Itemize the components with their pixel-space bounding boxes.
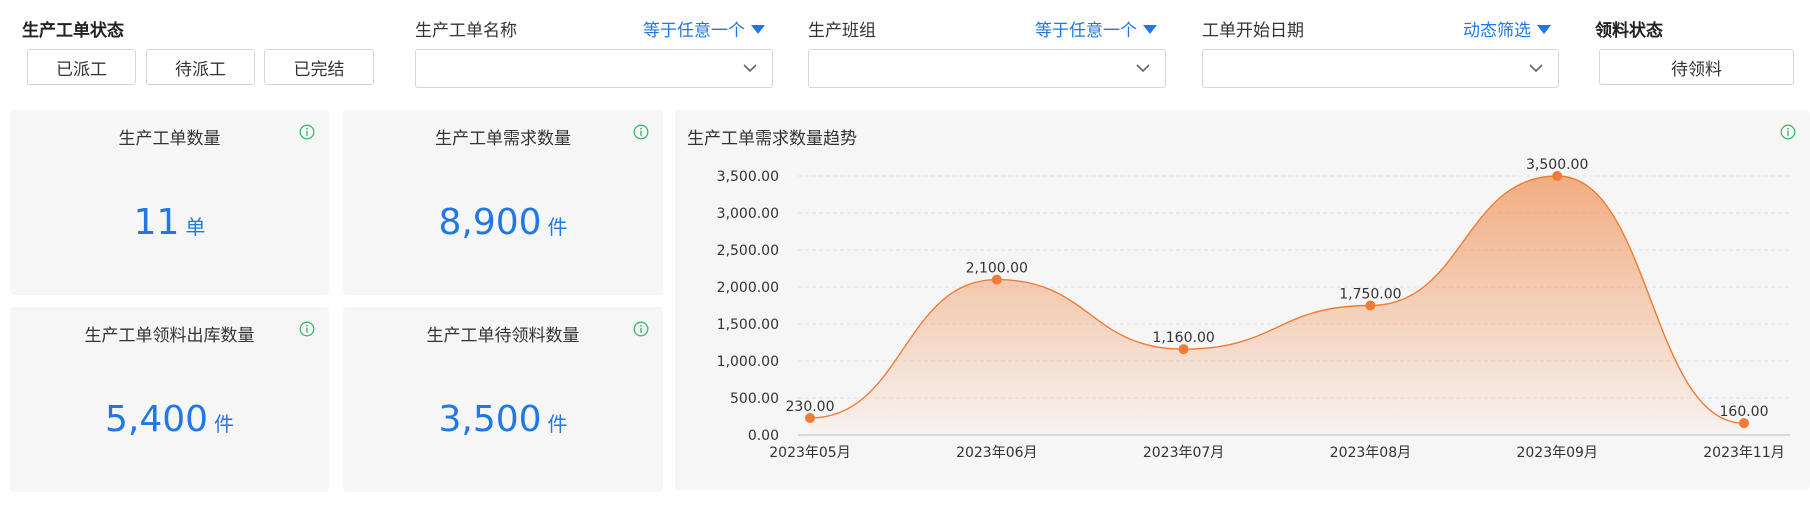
y-tick-label: 2,000.00: [717, 280, 779, 296]
series-area: [810, 176, 1744, 435]
card-pending-material-quantity: 生产工单待领料数量 3,500 件: [343, 307, 663, 492]
metric-unit: 件: [214, 412, 235, 436]
order-name-filter-label: 生产工单名称: [415, 21, 517, 41]
chevron-down-icon: [1136, 64, 1150, 73]
info-icon[interactable]: [633, 124, 649, 140]
caret-down-icon: [751, 25, 765, 34]
start-date-operator-text: 动态筛选: [1463, 21, 1531, 41]
order-name-operator[interactable]: 等于任意一个: [643, 16, 765, 41]
card-order-count: 生产工单数量 11 单: [10, 110, 329, 295]
chevron-down-icon: [743, 64, 757, 73]
y-tick-label: 1,500.00: [717, 317, 779, 333]
data-label: 2,100.00: [966, 261, 1028, 277]
status-option-pending-dispatch[interactable]: 待派工: [146, 49, 255, 85]
card-title: 生产工单领料出库数量: [84, 326, 255, 346]
card-title: 生产工单待领料数量: [426, 326, 580, 346]
y-tick-label: 1,000.00: [717, 354, 779, 370]
material-option-pending[interactable]: 待领料: [1599, 49, 1794, 85]
order-name-operator-text: 等于任意一个: [643, 21, 745, 41]
team-operator-text: 等于任意一个: [1035, 21, 1137, 41]
metric-value: 3,500 件: [343, 399, 663, 440]
demand-trend-chart: 0.00 500.00 1,000.00 1,500.00 2,000.00 2,500.…: [717, 157, 1790, 461]
metric-value: 11 单: [10, 202, 329, 243]
y-tick-label: 500.00: [730, 391, 779, 407]
metric-unit: 件: [547, 412, 568, 436]
metric-number: 3,500: [438, 399, 542, 440]
y-tick-label: 2,500.00: [717, 243, 779, 259]
metric-number: 5,400: [104, 399, 209, 440]
caret-down-icon: [1143, 25, 1157, 34]
y-tick-label: 0.00: [748, 428, 779, 444]
info-icon[interactable]: [299, 321, 315, 337]
material-filter-label: 领料状态: [1595, 21, 1663, 41]
y-tick-label: 3,500.00: [717, 169, 779, 185]
metric-unit: 单: [185, 215, 206, 239]
card-demand-quantity: 生产工单需求数量 8,900 件: [343, 110, 663, 295]
start-date-filter-label: 工单开始日期: [1202, 21, 1304, 41]
x-tick-label: 2023年09月: [1516, 445, 1597, 461]
order-name-select[interactable]: [415, 49, 773, 88]
data-label: 1,160.00: [1152, 330, 1214, 346]
data-label: 1,750.00: [1339, 287, 1401, 303]
caret-down-icon: [1537, 25, 1551, 34]
start-date-operator[interactable]: 动态筛选: [1463, 16, 1551, 41]
demand-trend-chart-card: 生产工单需求数量趋势 0.00 500.00 1,000.00 1,500.00 2,0…: [675, 110, 1810, 490]
metric-number: 8,900: [438, 202, 542, 243]
metric-unit: 件: [547, 215, 568, 239]
data-label: 230.00: [786, 399, 835, 415]
chevron-down-icon: [1529, 64, 1543, 73]
x-tick-label: 2023年11月: [1703, 445, 1784, 461]
metric-number: 11: [133, 202, 180, 243]
x-tick-label: 2023年06月: [956, 445, 1037, 461]
y-tick-label: 3,000.00: [717, 206, 779, 222]
card-issued-quantity: 生产工单领料出库数量 5,400 件: [10, 307, 329, 492]
team-operator[interactable]: 等于任意一个: [1035, 16, 1157, 41]
metric-value: 8,900 件: [343, 202, 663, 243]
x-tick-label: 2023年08月: [1330, 445, 1411, 461]
data-label: 3,500.00: [1526, 157, 1588, 173]
data-label: 160.00: [1720, 404, 1769, 420]
status-option-dispatched[interactable]: 已派工: [27, 49, 136, 85]
metric-value: 5,400 件: [10, 399, 329, 440]
info-icon[interactable]: [633, 321, 649, 337]
team-filter-label: 生产班组: [808, 21, 876, 41]
info-icon[interactable]: [299, 124, 315, 140]
x-tick-label: 2023年07月: [1143, 445, 1224, 461]
status-option-completed[interactable]: 已完结: [264, 49, 374, 85]
card-title: 生产工单需求数量: [435, 129, 571, 149]
start-date-select[interactable]: [1202, 49, 1559, 88]
card-title: 生产工单数量: [118, 129, 221, 149]
status-filter-label: 生产工单状态: [22, 21, 124, 41]
team-select[interactable]: [808, 49, 1166, 88]
x-tick-label: 2023年05月: [769, 445, 850, 461]
